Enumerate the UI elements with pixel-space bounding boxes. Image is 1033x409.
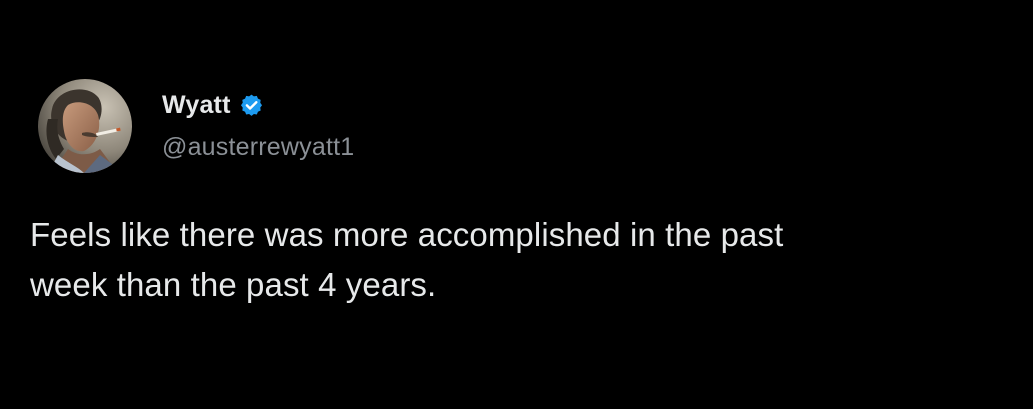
author-handle[interactable]: @austerrewyatt1 (162, 133, 354, 162)
tweet-card: Wyatt @austerrewyatt1 Feels like there w… (0, 0, 1033, 409)
author-display-name[interactable]: Wyatt (162, 91, 231, 120)
author-name-row: Wyatt (162, 88, 264, 122)
avatar-image (38, 79, 132, 173)
tweet-text: Feels like there was more accomplished i… (30, 216, 784, 303)
avatar[interactable] (38, 79, 132, 173)
verified-badge-icon (239, 93, 264, 118)
